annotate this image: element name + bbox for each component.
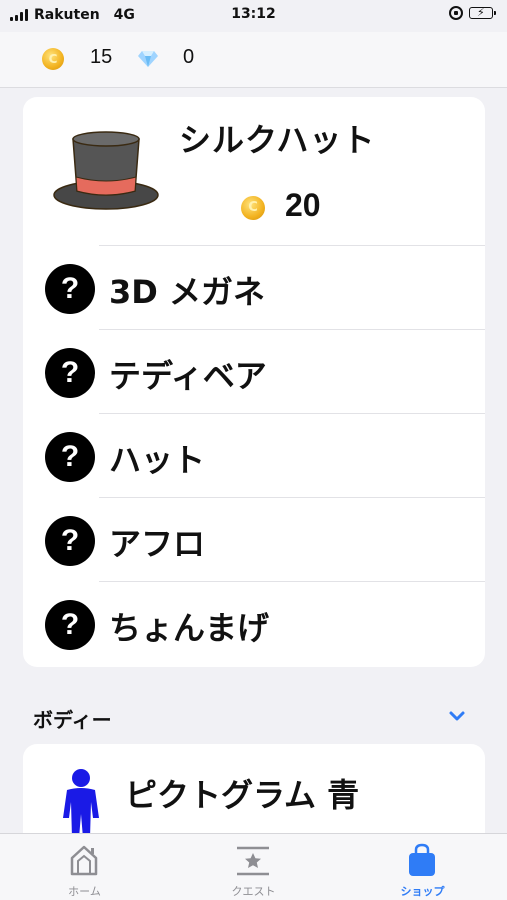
home-icon — [70, 845, 98, 876]
question-icon: ? — [45, 264, 95, 314]
tab-home[interactable]: ホーム — [0, 834, 169, 900]
question-icon: ? — [45, 348, 95, 398]
quest-star-icon — [237, 846, 269, 876]
tab-quest[interactable]: クエスト — [169, 834, 338, 900]
list-item[interactable]: ? ちょんまげ — [23, 581, 485, 665]
body-item-name: ピクトグラム 青 — [125, 776, 360, 814]
tab-bar: ホーム クエスト ショップ — [0, 833, 507, 900]
hat-items-card: シルクハット 20 ? 3D メガネ ? テディベア ? ハット ? アフロ ?… — [23, 97, 485, 667]
shopping-bag-icon — [409, 843, 435, 876]
tab-label: ショップ — [400, 885, 445, 898]
gem-balance: 0 — [183, 46, 195, 68]
tab-label: ホーム — [68, 885, 101, 898]
coin-balance: 15 — [90, 46, 113, 68]
list-item[interactable]: ? テディベア — [23, 329, 485, 413]
tab-label: クエスト — [231, 885, 276, 898]
coin-icon — [241, 196, 265, 220]
question-icon: ? — [45, 516, 95, 566]
silk-hat-icon — [53, 131, 159, 210]
status-right: ⚡ — [449, 6, 496, 20]
list-item[interactable]: ? アフロ — [23, 497, 485, 581]
item-label: ちょんまげ — [109, 609, 270, 647]
tab-shop[interactable]: ショップ — [338, 834, 507, 900]
coin-icon — [42, 48, 64, 70]
list-item[interactable]: ? ハット — [23, 413, 485, 497]
featured-item-price: 20 — [285, 187, 321, 223]
question-icon: ? — [45, 600, 95, 650]
currency-header: 15 0 — [0, 32, 507, 88]
featured-item-name: シルクハット — [179, 121, 376, 159]
list-item[interactable]: ? 3D メガネ — [23, 245, 485, 329]
pictogram-person-icon — [63, 769, 99, 838]
battery-icon: ⚡ — [469, 6, 496, 19]
rotation-lock-icon — [449, 6, 463, 20]
chevron-down-icon[interactable] — [447, 706, 467, 726]
section-title: ボディー — [33, 708, 112, 732]
featured-item[interactable]: シルクハット 20 — [23, 97, 485, 247]
item-label: ハット — [109, 441, 206, 479]
question-icon: ? — [45, 432, 95, 482]
status-bar: Rakuten 4G 13:12 ⚡ — [0, 0, 507, 32]
clock: 13:12 — [231, 6, 276, 22]
item-label: アフロ — [109, 525, 206, 563]
diamond-icon — [138, 51, 158, 67]
item-label: テディベア — [109, 357, 267, 395]
item-label: 3D メガネ — [109, 273, 265, 311]
